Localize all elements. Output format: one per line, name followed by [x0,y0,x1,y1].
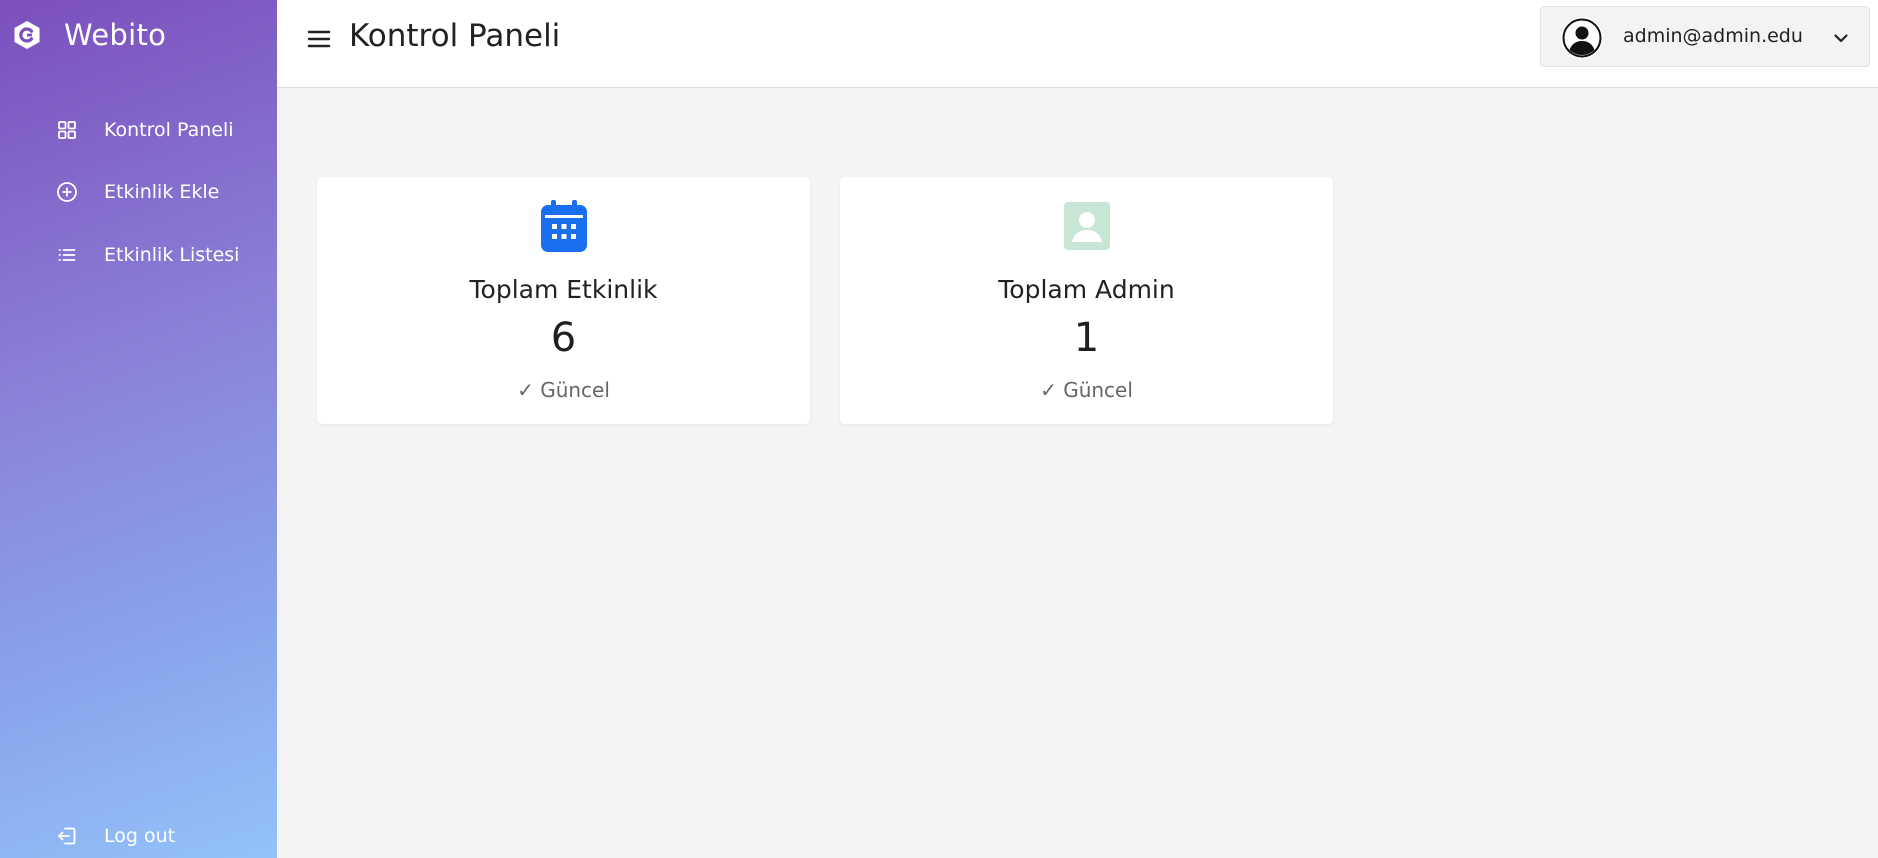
top-bar: Kontrol Paneli admin@admin.edu [277,0,1878,88]
user-menu-dropdown[interactable]: admin@admin.edu [1540,6,1870,67]
logout-button[interactable]: Log out [0,814,277,858]
chevron-down-icon [1834,34,1848,43]
sidebar-item-label: Etkinlik Ekle [104,181,220,203]
stat-card-total-admins: Toplam Admin 1 ✓ Güncel [840,177,1333,424]
card-value: 1 [1073,315,1100,361]
grid-icon [56,119,78,141]
hamburger-icon[interactable] [306,26,332,52]
plus-circle-icon [56,181,78,203]
card-status: ✓ Güncel [1040,378,1133,402]
sidebar: Webito Kontrol Paneli Etkinlik Ekle Etki… [0,0,277,858]
brand-name: Webito [64,18,167,52]
logout-icon [56,825,78,847]
sidebar-item-label: Kontrol Paneli [104,119,234,141]
user-email: admin@admin.edu [1623,25,1803,47]
sidebar-item-label: Etkinlik Listesi [104,244,240,266]
sidebar-item-dashboard[interactable]: Kontrol Paneli [0,108,277,152]
card-title: Toplam Etkinlik [469,275,658,304]
card-title: Toplam Admin [998,275,1175,304]
user-badge-icon [1063,202,1110,250]
calendar-icon [540,200,587,252]
card-value: 6 [550,315,577,361]
brand-logo-icon [14,21,40,49]
logout-label: Log out [104,825,176,847]
brand[interactable]: Webito [12,18,166,52]
sidebar-item-add-event[interactable]: Etkinlik Ekle [0,170,277,214]
card-status: ✓ Güncel [517,378,610,402]
user-avatar-icon [1561,17,1603,59]
sidebar-item-event-list[interactable]: Etkinlik Listesi [0,233,277,277]
stat-card-total-events: Toplam Etkinlik 6 ✓ Güncel [317,177,810,424]
page-title: Kontrol Paneli [349,18,561,54]
app-window: Webito Kontrol Paneli Etkinlik Ekle Etki… [0,0,1878,858]
list-icon [56,244,78,266]
